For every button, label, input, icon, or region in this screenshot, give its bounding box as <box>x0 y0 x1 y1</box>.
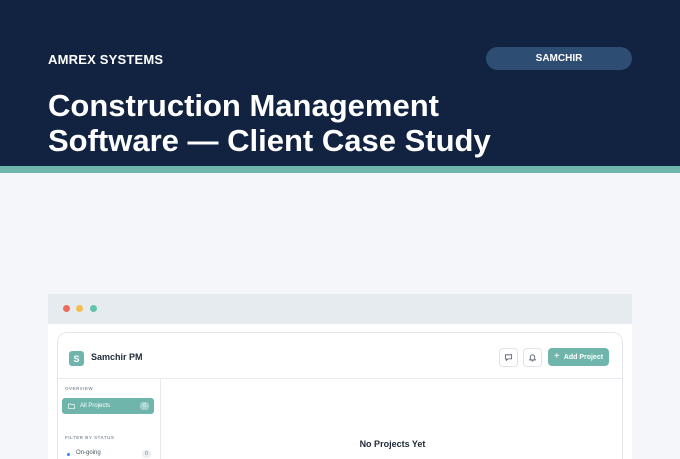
window-chrome <box>48 294 632 324</box>
page-title: Construction Management Software — Clien… <box>48 88 648 158</box>
page-title-line-1: Construction Management <box>48 88 439 123</box>
sidebar-heading-overview: OVERVIEW <box>65 386 94 391</box>
sidebar-item-label: All Projects <box>80 403 111 409</box>
notifications-button[interactable] <box>523 348 542 367</box>
client-tag-label: SAMCHIR <box>535 53 583 64</box>
messages-button[interactable] <box>499 348 518 367</box>
brand-name: AMREX SYSTEMS <box>48 52 164 67</box>
app-name: Samchir PM <box>91 352 143 362</box>
window-close-dot[interactable] <box>63 305 70 312</box>
chat-icon <box>504 354 513 361</box>
app-logo: S <box>69 351 84 366</box>
status-filter-count: 0 <box>142 450 151 458</box>
window-maximize-dot[interactable] <box>90 305 97 312</box>
bell-icon <box>529 354 536 362</box>
sidebar-item-all-projects[interactable]: All Projects 0 <box>62 398 154 414</box>
add-project-button[interactable]: + Add Project <box>548 348 609 366</box>
sidebar-item-count: 0 <box>140 402 149 410</box>
status-dot-icon <box>67 453 70 456</box>
plus-icon: + <box>553 351 560 362</box>
empty-state-title: No Projects Yet <box>359 439 426 449</box>
page-title-line-2: Software — Client Case Study <box>48 123 491 158</box>
accent-stripe <box>0 166 680 173</box>
client-tag: SAMCHIR <box>486 47 632 70</box>
app-topbar: S Samchir PM + Add Project <box>58 343 622 379</box>
status-filter-label: On-going <box>76 450 101 456</box>
sidebar-item-on-going[interactable]: On-going 0 <box>65 450 151 459</box>
browser-window: S Samchir PM + Add Project OVERVIEW All … <box>48 294 632 459</box>
app-frame: S Samchir PM + Add Project OVERVIEW All … <box>57 332 623 459</box>
sidebar-heading-filter: FILTER BY STATUS <box>65 435 115 440</box>
add-project-label: Add Project <box>563 353 604 361</box>
sidebar: OVERVIEW All Projects 0 FILTER BY STATUS… <box>58 379 161 459</box>
folder-icon <box>68 403 75 409</box>
window-minimize-dot[interactable] <box>76 305 83 312</box>
